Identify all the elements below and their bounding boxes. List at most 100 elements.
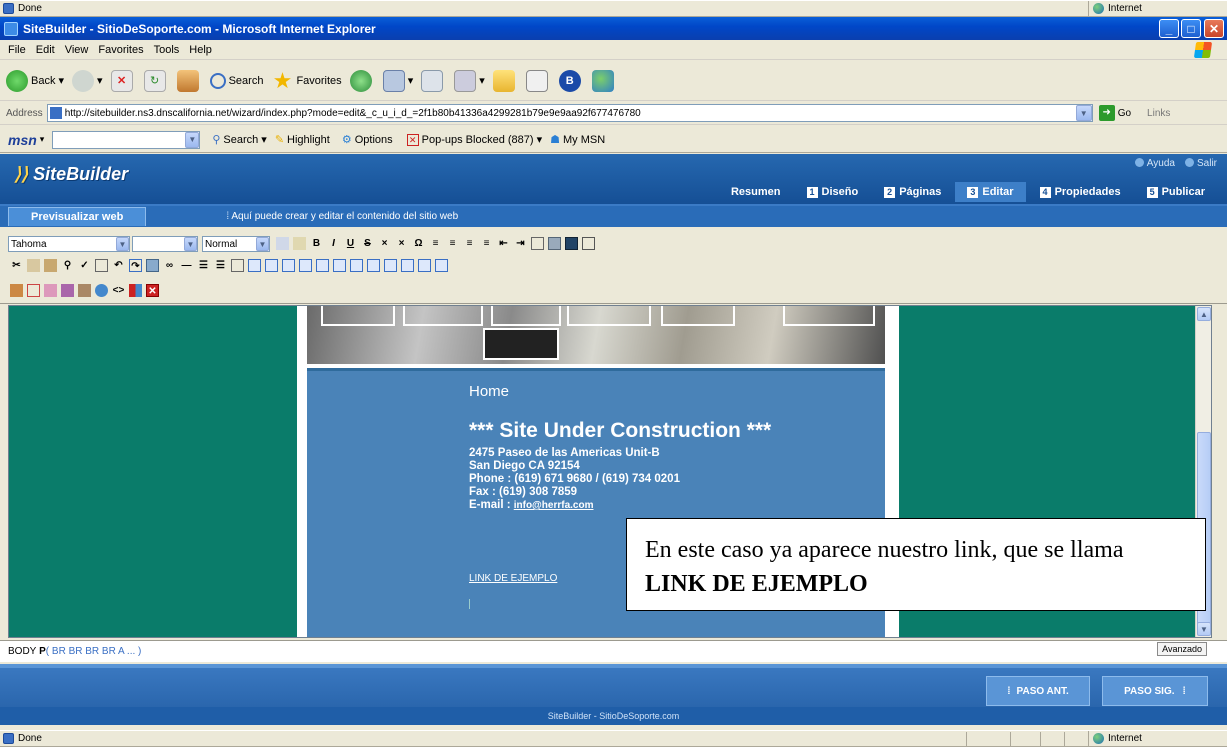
- prev-step-button[interactable]: ⁞ PASO ANT.: [986, 676, 1090, 706]
- favorites-button[interactable]: ★ Favorites: [271, 69, 342, 92]
- forward-button[interactable]: ▾: [72, 69, 103, 92]
- popups-blocked-button[interactable]: ✕ Pop-ups Blocked (887) ▾: [406, 133, 542, 146]
- insert-row-icon[interactable]: [248, 259, 261, 272]
- grid-icon[interactable]: [548, 237, 561, 250]
- tab-editar[interactable]: 3 Editar: [955, 182, 1026, 202]
- ordered-list-icon[interactable]: ☰: [197, 259, 210, 272]
- align-right-icon[interactable]: ≡: [463, 237, 476, 250]
- menu-tools[interactable]: Tools: [154, 44, 180, 56]
- delete-row-icon[interactable]: [265, 259, 278, 272]
- properties-icon[interactable]: [582, 237, 595, 250]
- maximize-button[interactable]: □: [1181, 19, 1201, 38]
- font-family-select[interactable]: Tahoma ▼: [8, 236, 130, 252]
- underline-icon[interactable]: U: [344, 237, 357, 250]
- font-size-select[interactable]: ▼: [132, 236, 198, 252]
- go-button[interactable]: ➜ Go: [1098, 105, 1131, 121]
- text-color-icon[interactable]: [276, 237, 289, 250]
- redo-icon[interactable]: ↷: [129, 259, 142, 272]
- bullet-list-icon[interactable]: ☰: [214, 259, 227, 272]
- path-body[interactable]: BODY: [8, 646, 36, 657]
- subscript-icon[interactable]: ×: [378, 237, 391, 250]
- scroll-down-icon[interactable]: ▼: [1197, 622, 1211, 636]
- insert-col-icon[interactable]: [282, 259, 295, 272]
- insert-module-icon[interactable]: [78, 284, 91, 297]
- next-step-button[interactable]: PASO SIG. ⁞: [1102, 676, 1208, 706]
- merge-cells-icon[interactable]: [350, 259, 363, 272]
- insert-web-icon[interactable]: [95, 284, 108, 297]
- options-button[interactable]: ⚙ Options: [342, 133, 393, 147]
- menu-edit[interactable]: Edit: [36, 44, 55, 56]
- insert-chart-icon[interactable]: [129, 284, 142, 297]
- table-grid-icon[interactable]: [435, 259, 448, 272]
- align-left-icon[interactable]: ≡: [429, 237, 442, 250]
- msn-search-input[interactable]: ▼: [52, 130, 201, 149]
- remove-format-icon[interactable]: ✕: [146, 284, 159, 297]
- print-button[interactable]: [421, 69, 446, 92]
- image-icon[interactable]: [146, 259, 159, 272]
- menu-view[interactable]: View: [65, 44, 89, 56]
- tab-paginas[interactable]: 2 Páginas: [872, 182, 953, 202]
- my-msn-button[interactable]: ☗ My MSN: [550, 133, 605, 147]
- highlight-button[interactable]: ✎ Highlight: [275, 133, 330, 147]
- back-button[interactable]: Back ▾: [6, 69, 64, 92]
- menu-favorites[interactable]: Favorites: [98, 44, 143, 56]
- search-button[interactable]: Search: [209, 72, 263, 89]
- msn-search-button[interactable]: ⚲ Search ▾: [212, 133, 267, 147]
- table-props-icon[interactable]: [384, 259, 397, 272]
- folder-button[interactable]: [492, 69, 518, 92]
- bg-color-icon[interactable]: [293, 237, 306, 250]
- preview-web-button[interactable]: Previsualizar web: [8, 207, 147, 226]
- form-icon[interactable]: [95, 259, 108, 272]
- edit-button[interactable]: ▾: [454, 69, 485, 92]
- special-char-icon[interactable]: Ω: [412, 237, 425, 250]
- scroll-up-icon[interactable]: ▲: [1197, 307, 1211, 321]
- delete-cell-icon[interactable]: [333, 259, 346, 272]
- find-icon[interactable]: ⚲: [61, 259, 74, 272]
- refresh-button[interactable]: ↻: [143, 69, 169, 92]
- address-dropdown-icon[interactable]: ▼: [1075, 105, 1092, 121]
- messenger-button[interactable]: [591, 69, 617, 92]
- close-button[interactable]: ✕: [1204, 19, 1224, 38]
- save-icon[interactable]: [565, 237, 578, 250]
- undo-icon[interactable]: ↶: [112, 259, 125, 272]
- copy-icon[interactable]: [27, 259, 40, 272]
- tab-publicar[interactable]: 5 Publicar: [1135, 182, 1217, 202]
- delete-col-icon[interactable]: [299, 259, 312, 272]
- insert-media-icon[interactable]: [44, 284, 57, 297]
- tab-propiedades[interactable]: 4 Propiedades: [1028, 182, 1133, 202]
- row-props-icon[interactable]: [418, 259, 431, 272]
- bold-icon[interactable]: B: [310, 237, 323, 250]
- frame-icon[interactable]: [231, 259, 244, 272]
- insert-form-icon[interactable]: [27, 284, 40, 297]
- superscript-icon[interactable]: ×: [395, 237, 408, 250]
- indent-icon[interactable]: ⇥: [514, 237, 527, 250]
- mail-button[interactable]: ▾: [382, 69, 413, 92]
- html-source-icon[interactable]: <>: [112, 284, 125, 297]
- insert-cell-icon[interactable]: [316, 259, 329, 272]
- bluetooth-button[interactable]: B: [558, 69, 584, 92]
- msn-search-dropdown-icon[interactable]: ▼: [185, 131, 200, 148]
- address-input[interactable]: http://sitebuilder.ns3.dnscalifornia.net…: [46, 104, 1093, 122]
- split-cells-icon[interactable]: [367, 259, 380, 272]
- strikethrough-icon[interactable]: S: [361, 237, 374, 250]
- exit-link[interactable]: Salir: [1184, 158, 1217, 169]
- research-button[interactable]: [525, 69, 551, 92]
- example-link[interactable]: LINK DE EJEMPLO: [469, 573, 557, 584]
- home-button[interactable]: [176, 69, 202, 92]
- stop-button[interactable]: ✕: [110, 69, 136, 92]
- link-icon[interactable]: ∞: [163, 259, 176, 272]
- cut-icon[interactable]: ✂: [10, 259, 23, 272]
- outdent-icon[interactable]: ⇤: [497, 237, 510, 250]
- paragraph-style-select[interactable]: Normal ▼: [202, 236, 270, 252]
- msn-logo[interactable]: msn: [8, 132, 37, 148]
- tab-diseno[interactable]: 1 Diseño: [795, 182, 871, 202]
- links-button[interactable]: Links: [1147, 108, 1170, 119]
- menu-help[interactable]: Help: [189, 44, 212, 56]
- italic-icon[interactable]: I: [327, 237, 340, 250]
- cell-props-icon[interactable]: [401, 259, 414, 272]
- table-icon[interactable]: [531, 237, 544, 250]
- justify-icon[interactable]: ≡: [480, 237, 493, 250]
- email-link[interactable]: info@herrfa.com: [514, 500, 594, 511]
- spellcheck-icon[interactable]: ✓: [78, 259, 91, 272]
- advanced-button[interactable]: Avanzado: [1157, 642, 1207, 656]
